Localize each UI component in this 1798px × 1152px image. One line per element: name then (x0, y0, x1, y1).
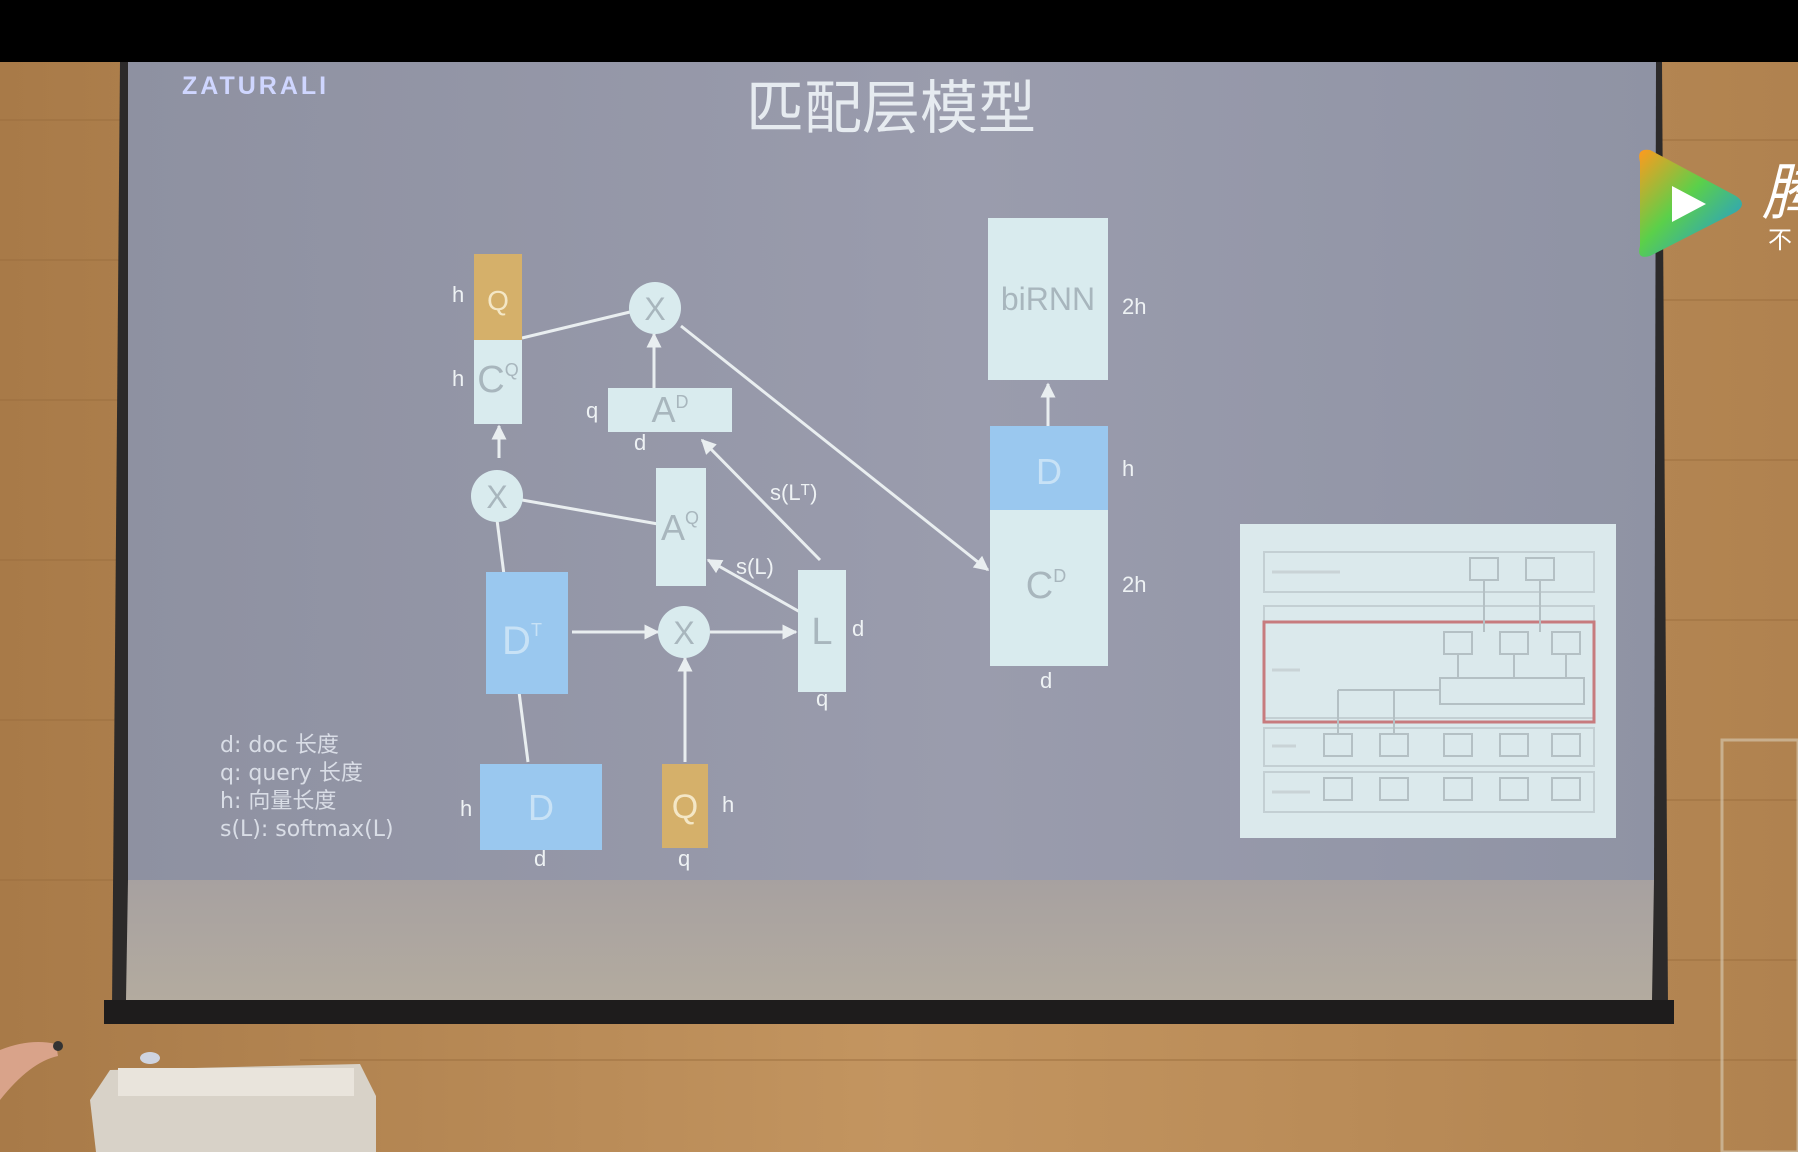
watermark-brand: 腾 (1762, 156, 1798, 229)
multiply-node-bottom-label: X (673, 615, 694, 651)
dim-cd-2h: 2h (1122, 572, 1146, 597)
screen-bottom-bar (104, 1000, 1674, 1024)
dim-q-top-h: h (452, 282, 464, 307)
dim-cq-h: h (452, 366, 464, 391)
dim-q-bottom-q: q (678, 846, 690, 871)
dim-d-bottom-d: d (534, 846, 546, 871)
label-s-lt: s(Lᵀ) (770, 480, 817, 505)
block-l-label: L (811, 611, 832, 653)
block-q-top-label: Q (487, 285, 509, 316)
dim-cd-d: d (1040, 668, 1052, 693)
legend-line-1: d: doc 长度 (220, 733, 339, 758)
multiply-node-top: X (629, 282, 681, 334)
block-d-right-label: D (1036, 451, 1062, 492)
block-d-bottom-label: D (528, 787, 554, 828)
legend-line-2: q: query 长度 (220, 761, 363, 786)
label-s-l: s(L) (736, 554, 774, 579)
watermark-sub: 不 (1768, 226, 1792, 254)
multiply-node-left-label: X (486, 479, 507, 515)
dim-ad-q: q (586, 398, 598, 423)
multiply-node-top-label: X (644, 291, 665, 327)
dim-l-q: q (816, 686, 828, 711)
top-black-bar (0, 0, 1798, 62)
block-birnn-label: biRNN (1001, 281, 1095, 317)
dim-d-right-h: h (1122, 456, 1134, 481)
dim-d-bottom-h: h (460, 796, 472, 821)
dim-q-bottom-h: h (722, 792, 734, 817)
legend-line-3: h: 向量长度 (220, 789, 336, 814)
slide-logo: ZATURALI (182, 72, 329, 100)
multiply-node-bottom: X (658, 606, 710, 658)
multiply-node-left: X (471, 470, 523, 522)
dim-ad-d: d (634, 430, 646, 455)
block-q-bottom-label: Q (672, 788, 698, 826)
lectern-top (118, 1068, 354, 1096)
legend-line-4: s(L): softmax(L) (220, 817, 394, 842)
thumbnail-architecture-diagram (1240, 524, 1616, 838)
scene-svg: ZATURALI 匹配层模型 Q CQ h h AD q d AQ DT L d… (0, 0, 1798, 1152)
laser-pointer (53, 1041, 63, 1051)
small-object (140, 1052, 160, 1064)
slide-title: 匹配层模型 (746, 74, 1036, 142)
screen-lower-blank (126, 880, 1654, 1000)
dim-l-d: d (852, 616, 864, 641)
dim-birnn-2h: 2h (1122, 294, 1146, 319)
photo-scene: ZATURALI 匹配层模型 Q CQ h h AD q d AQ DT L d… (0, 0, 1798, 1152)
